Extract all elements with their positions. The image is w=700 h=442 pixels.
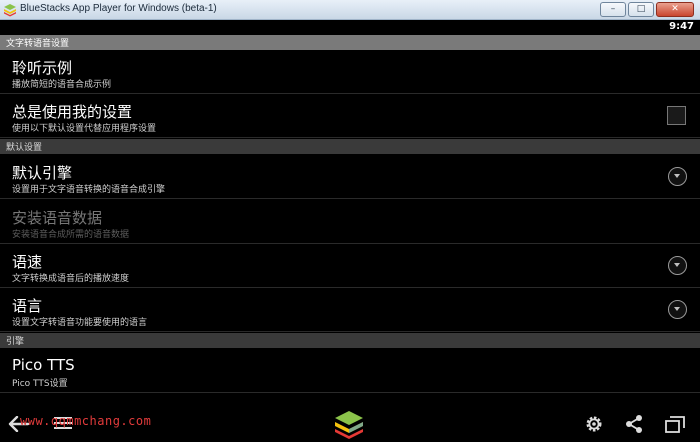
chevron-down-circle-icon[interactable] bbox=[668, 167, 687, 186]
speech-rate-item[interactable]: 语速 文字转换成语音后的播放速度 bbox=[0, 244, 700, 288]
item-subtitle: 文字转换成语音后的播放速度 bbox=[12, 274, 130, 284]
section-label: 默认设置 bbox=[6, 143, 43, 153]
window-titlebar: BlueStacks App Player for Windows (beta-… bbox=[0, 0, 700, 20]
settings-header: 文字转语音设置 bbox=[0, 35, 700, 50]
item-subtitle: 设置用于文字语音转换的语音合成引擎 bbox=[12, 185, 166, 195]
checkbox-icon[interactable] bbox=[667, 106, 686, 125]
item-title: 总是使用我的设置 bbox=[12, 103, 133, 121]
chevron-down-circle-icon[interactable] bbox=[668, 256, 687, 275]
item-subtitle: 使用以下默认设置代替应用程序设置 bbox=[12, 124, 157, 134]
watermark-text: www.qqmmchang.com bbox=[20, 414, 152, 428]
chevron-down-circle-icon[interactable] bbox=[668, 300, 687, 319]
pico-tts-item[interactable]: Pico TTS Pico TTS设置 bbox=[0, 349, 700, 393]
section-header-defaults: 默认设置 bbox=[0, 139, 700, 154]
item-title: Pico TTS bbox=[12, 356, 75, 374]
item-title: 安装语音数据 bbox=[12, 209, 103, 227]
maximize-button[interactable]: □ bbox=[628, 2, 654, 17]
item-subtitle: 播放简短的语音合成示例 bbox=[12, 80, 112, 90]
section-header-engines: 引擎 bbox=[0, 333, 700, 348]
install-voice-data-item: 安装语音数据 安装语音合成所需的语音数据 bbox=[0, 200, 700, 244]
item-subtitle: Pico TTS设置 bbox=[12, 379, 68, 389]
close-button[interactable]: ✕ bbox=[656, 2, 694, 17]
share-icon[interactable] bbox=[624, 414, 644, 434]
item-title: 语速 bbox=[12, 253, 43, 271]
minimize-button[interactable]: – bbox=[600, 2, 626, 17]
always-use-my-settings-item[interactable]: 总是使用我的设置 使用以下默认设置代替应用程序设置 bbox=[0, 94, 700, 138]
section-label: 引擎 bbox=[6, 337, 25, 347]
android-nav-bar: www.qqmmchang.com bbox=[0, 404, 700, 442]
window-title: BlueStacks App Player for Windows (beta-… bbox=[20, 3, 217, 14]
recent-apps-icon[interactable] bbox=[664, 414, 686, 434]
item-title: 语言 bbox=[12, 297, 43, 315]
item-title: 默认引擎 bbox=[12, 164, 73, 182]
bluestacks-logo-icon[interactable] bbox=[333, 409, 365, 441]
listen-example-item[interactable]: 聆听示例 播放简短的语音合成示例 bbox=[0, 50, 700, 94]
window-controls: – □ ✕ bbox=[600, 2, 694, 17]
item-subtitle: 安装语音合成所需的语音数据 bbox=[12, 230, 130, 240]
page-title: 文字转语音设置 bbox=[6, 39, 70, 49]
item-title: 聆听示例 bbox=[12, 59, 73, 77]
android-status-bar: 9:47 bbox=[0, 20, 700, 35]
default-engine-item[interactable]: 默认引擎 设置用于文字语音转换的语音合成引擎 bbox=[0, 155, 700, 199]
clock: 9:47 bbox=[669, 21, 694, 32]
language-item[interactable]: 语言 设置文字转语音功能要使用的语言 bbox=[0, 288, 700, 332]
bluestacks-app-icon bbox=[4, 4, 16, 17]
item-subtitle: 设置文字转语音功能要使用的语言 bbox=[12, 318, 148, 328]
gear-icon[interactable] bbox=[584, 414, 604, 434]
